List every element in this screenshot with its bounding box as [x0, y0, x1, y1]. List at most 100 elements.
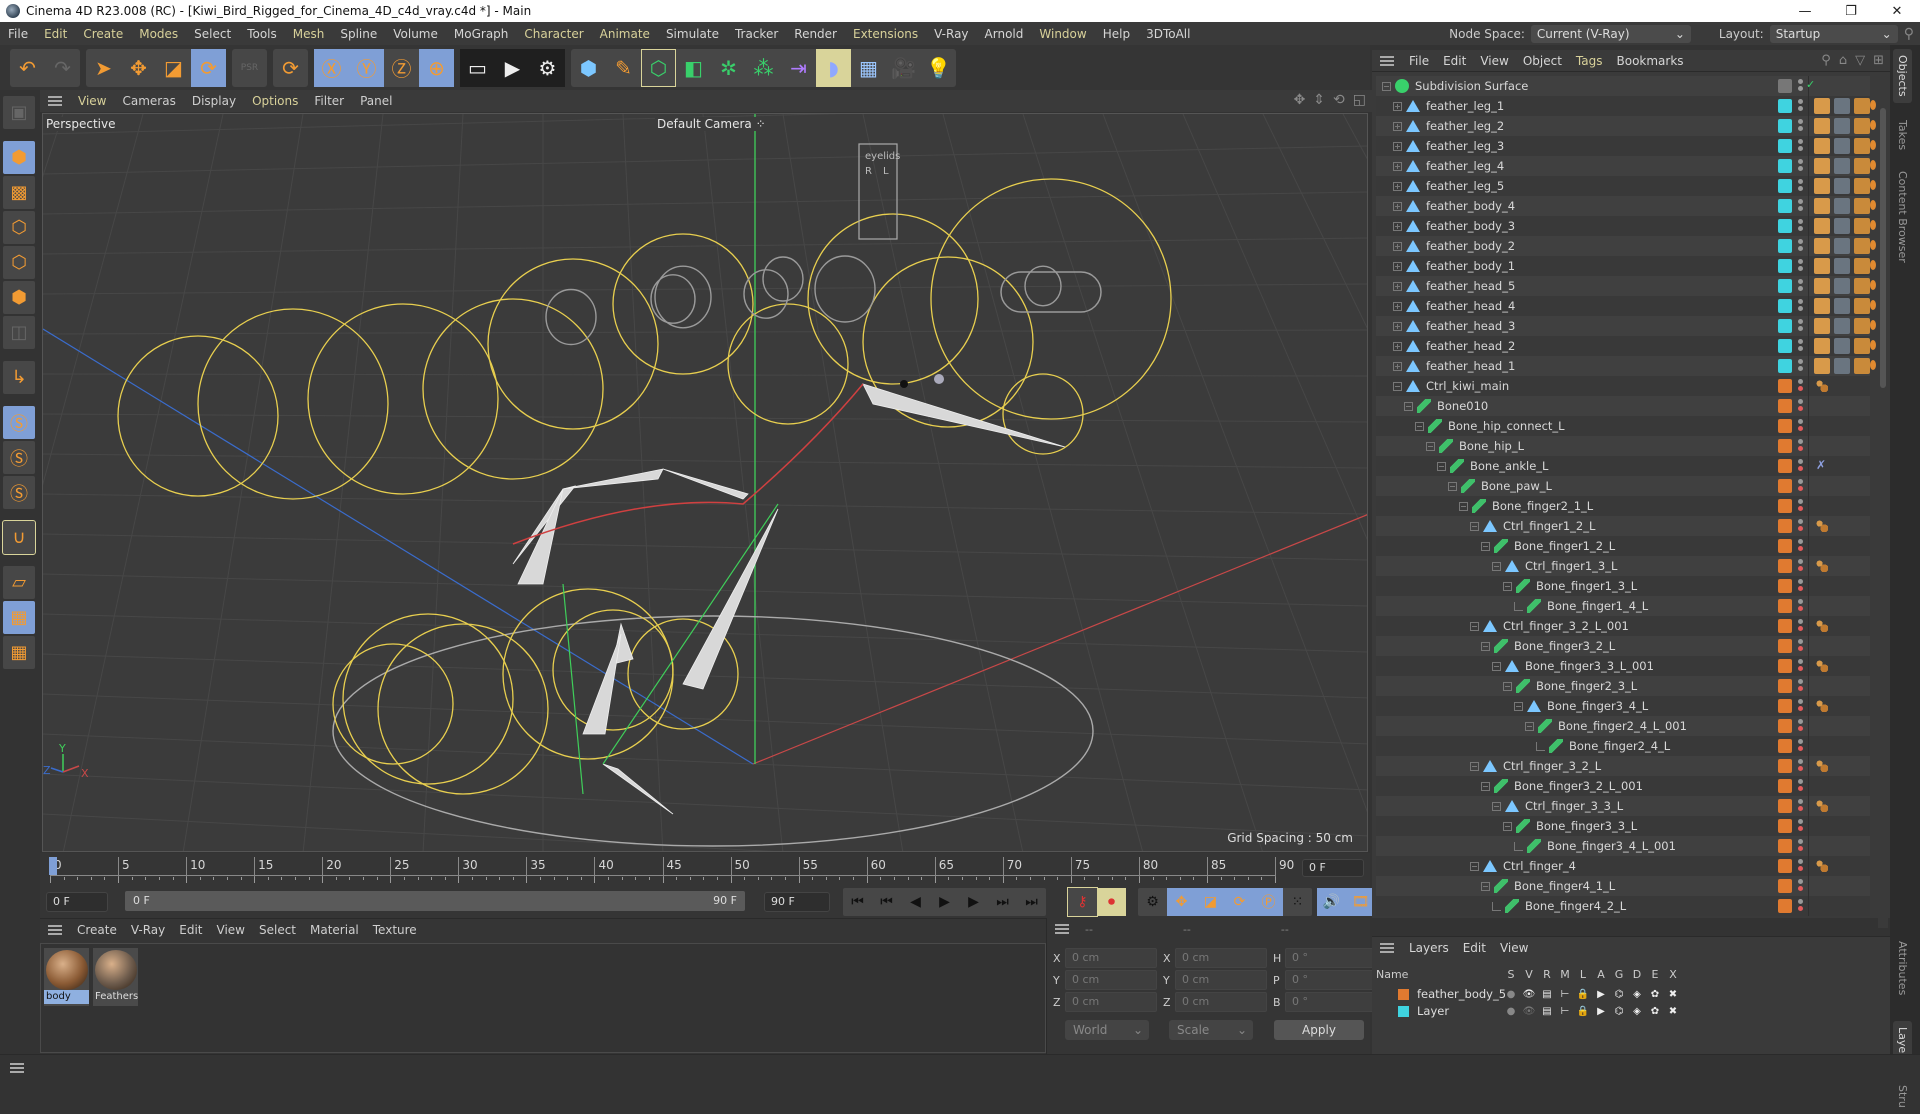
deformer-button[interactable]: ⇥ [781, 49, 816, 87]
visibility-dots[interactable] [1798, 838, 1804, 854]
menu-modes[interactable]: Modes [131, 27, 186, 41]
material-menu-edit[interactable]: Edit [172, 923, 209, 937]
layer-color-swatch[interactable] [1778, 279, 1792, 293]
render-visibility-dot[interactable] [1798, 606, 1803, 611]
layer-column-r[interactable]: R [1538, 968, 1556, 981]
expand-icon[interactable] [1393, 101, 1402, 111]
render-picture-viewer-button[interactable]: ▶ [495, 48, 530, 87]
visibility-dots[interactable] [1798, 638, 1804, 654]
render-visibility-dot[interactable] [1798, 266, 1803, 271]
editor-visibility-dot[interactable] [1798, 859, 1803, 864]
constraint-tag-icon[interactable] [1870, 220, 1876, 230]
render-visibility-dot[interactable] [1798, 506, 1803, 511]
collapse-icon[interactable] [1470, 761, 1479, 771]
visibility-dots[interactable] [1798, 718, 1804, 734]
render-toggle-icon[interactable]: ▤ [1538, 989, 1556, 1000]
snap-workplane-button[interactable]: Ⓢ [3, 476, 35, 509]
render-visibility-dot[interactable] [1798, 646, 1803, 651]
constraint-tag-icon[interactable] [1816, 860, 1828, 872]
collapse-icon[interactable] [1470, 861, 1479, 871]
menu-file[interactable]: File [0, 27, 36, 41]
layer-color-swatch[interactable] [1778, 639, 1792, 653]
render-visibility-dot[interactable] [1798, 166, 1803, 171]
object-menu-tags[interactable]: Tags [1569, 54, 1610, 68]
pan-icon[interactable]: ✥ [1294, 92, 1306, 108]
array-button[interactable]: ⁂ [746, 49, 781, 87]
visibility-dots[interactable] [1798, 698, 1804, 714]
layer-color-swatch[interactable] [1778, 239, 1792, 253]
object-row[interactable]: Bone_ankle_L ✗ [1376, 456, 1870, 476]
visibility-dots[interactable] [1798, 798, 1804, 814]
solo-toggle-icon[interactable]: ● [1502, 989, 1520, 1000]
snap-button[interactable]: Ⓢ [3, 406, 35, 439]
viewport-perspective[interactable]: eyelids R L X Y Z Perspective Default Camera … [42, 113, 1368, 852]
object-row[interactable]: Bone_paw_L [1376, 476, 1870, 496]
render-visibility-dot[interactable] [1798, 746, 1803, 751]
render-visibility-dot[interactable] [1798, 706, 1803, 711]
render-visibility-dot[interactable] [1798, 906, 1803, 911]
object-list-scrollbar[interactable] [1878, 98, 1888, 928]
render-visibility-dot[interactable] [1798, 846, 1803, 851]
collapse-icon[interactable] [1448, 481, 1457, 491]
layer-color-swatch[interactable] [1778, 759, 1792, 773]
render-visibility-dot[interactable] [1798, 766, 1803, 771]
constraint-tag-icon[interactable] [1816, 800, 1828, 812]
new-view-icon[interactable]: ⊞ [1873, 53, 1884, 68]
object-row[interactable]: feather_head_3 [1376, 316, 1876, 336]
editor-visibility-dot[interactable] [1798, 699, 1803, 704]
visibility-dots[interactable] [1798, 578, 1804, 594]
object-row[interactable]: Bone_finger1_4_L [1376, 596, 1870, 616]
menu-character[interactable]: Character [516, 27, 591, 41]
record-keys-button[interactable]: ⚷ [1067, 887, 1098, 917]
collapse-icon[interactable] [1470, 521, 1479, 531]
apply-button[interactable]: Apply [1274, 1020, 1364, 1040]
editor-visibility-dot[interactable] [1798, 679, 1803, 684]
checker-tag-icon[interactable] [1854, 258, 1870, 274]
expand-icon[interactable] [1393, 281, 1402, 291]
layer-row[interactable]: Layer ● 👁 ▤ ⊢ 🔒 ▶ ⌬ ◈ ✿ ✖ [1376, 1002, 1876, 1020]
collapse-icon[interactable] [1481, 641, 1490, 651]
next-key-button[interactable]: ⏭ [988, 888, 1017, 916]
editor-visibility-dot[interactable] [1798, 199, 1803, 204]
maximize-icon[interactable]: ◱ [1353, 92, 1366, 108]
layer-color-swatch[interactable] [1778, 599, 1792, 613]
viewport-camera-label[interactable]: Default Camera ⁘ [655, 117, 768, 131]
material-menu-view[interactable]: View [210, 923, 252, 937]
material-tag-feathers-icon[interactable] [1814, 298, 1830, 314]
layer-column-l[interactable]: L [1574, 968, 1592, 981]
expand-icon[interactable] [1393, 221, 1402, 231]
layer-color-swatch[interactable] [1778, 259, 1792, 273]
editor-visibility-dot[interactable] [1798, 659, 1803, 664]
collapse-icon[interactable] [1503, 681, 1512, 691]
layer-color-swatch[interactable] [1778, 139, 1792, 153]
material-tag-feathers-icon[interactable] [1814, 358, 1830, 374]
render-visibility-dot[interactable] [1798, 206, 1803, 211]
scale-button[interactable]: ◪ [156, 49, 191, 87]
menu-arnold[interactable]: Arnold [977, 27, 1032, 41]
editor-visibility-dot[interactable] [1798, 819, 1803, 824]
object-row[interactable]: Bone_finger2_1_L [1376, 496, 1870, 516]
visibility-dots[interactable] [1798, 338, 1804, 354]
layer-color-swatch[interactable] [1778, 479, 1792, 493]
autokey-button[interactable]: ⏺ [1097, 888, 1126, 916]
x-axis-button[interactable]: Ⓧ [314, 48, 349, 87]
layer-color-swatch[interactable] [1778, 399, 1792, 413]
editor-visibility-dot[interactable] [1798, 259, 1803, 264]
constraint-tag-icon[interactable] [1816, 520, 1828, 532]
workplane-rotate-button[interactable]: ▦ [3, 636, 35, 669]
menu-v-ray[interactable]: V-Ray [926, 27, 976, 41]
render-visibility-dot[interactable] [1798, 806, 1803, 811]
render-visibility-dot[interactable] [1798, 626, 1803, 631]
layer-column-m[interactable]: M [1556, 968, 1574, 981]
layer-row[interactable]: feather_body_5 ● 👁 ▤ ⊢ 🔒 ▶ ⌬ ◈ ✿ ✖ [1376, 985, 1876, 1003]
visibility-dots[interactable] [1798, 78, 1804, 94]
visibility-dots[interactable] [1798, 118, 1804, 134]
material-menu-material[interactable]: Material [303, 923, 366, 937]
menu-volume[interactable]: Volume [385, 27, 446, 41]
constraint-tag-icon[interactable] [1816, 700, 1828, 712]
checker-tag-icon[interactable] [1854, 158, 1870, 174]
editor-visibility-dot[interactable] [1798, 839, 1803, 844]
layer-color-swatch[interactable] [1778, 319, 1792, 333]
menu-animate[interactable]: Animate [592, 27, 658, 41]
render-visibility-dot[interactable] [1798, 686, 1803, 691]
